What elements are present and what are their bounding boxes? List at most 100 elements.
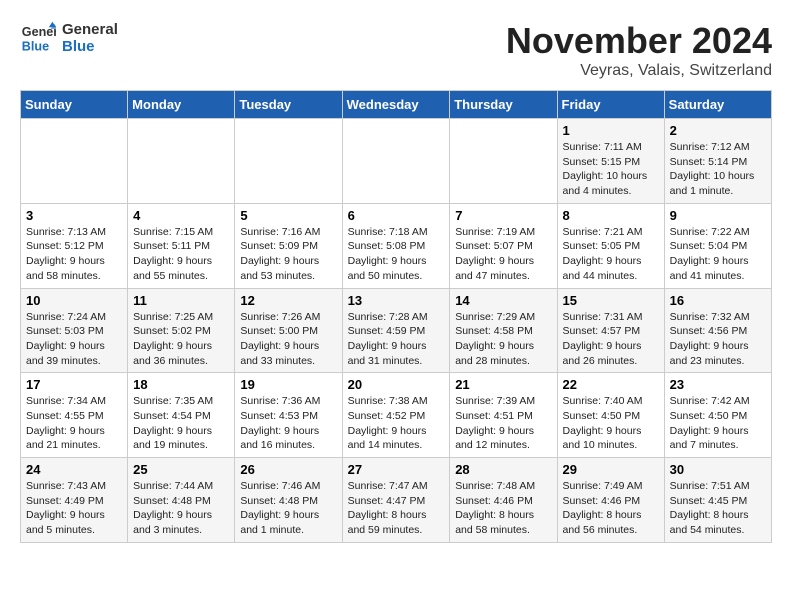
day-number: 27 bbox=[348, 462, 445, 477]
calendar-cell: 25Sunrise: 7:44 AM Sunset: 4:48 PM Dayli… bbox=[128, 458, 235, 543]
calendar-cell: 20Sunrise: 7:38 AM Sunset: 4:52 PM Dayli… bbox=[342, 373, 450, 458]
day-info: Sunrise: 7:46 AM Sunset: 4:48 PM Dayligh… bbox=[240, 479, 336, 538]
day-info: Sunrise: 7:29 AM Sunset: 4:58 PM Dayligh… bbox=[455, 310, 551, 369]
day-number: 2 bbox=[670, 123, 766, 138]
day-number: 30 bbox=[670, 462, 766, 477]
day-number: 1 bbox=[563, 123, 659, 138]
calendar-cell: 4Sunrise: 7:15 AM Sunset: 5:11 PM Daylig… bbox=[128, 203, 235, 288]
day-info: Sunrise: 7:24 AM Sunset: 5:03 PM Dayligh… bbox=[26, 310, 122, 369]
calendar-week: 24Sunrise: 7:43 AM Sunset: 4:49 PM Dayli… bbox=[21, 458, 772, 543]
header: General Blue GeneralBlue November 2024 V… bbox=[20, 20, 772, 80]
weekday-row: SundayMondayTuesdayWednesdayThursdayFrid… bbox=[21, 91, 772, 119]
day-number: 4 bbox=[133, 208, 229, 223]
svg-text:General: General bbox=[22, 25, 56, 39]
day-info: Sunrise: 7:32 AM Sunset: 4:56 PM Dayligh… bbox=[670, 310, 766, 369]
calendar-week: 17Sunrise: 7:34 AM Sunset: 4:55 PM Dayli… bbox=[21, 373, 772, 458]
svg-text:Blue: Blue bbox=[22, 40, 49, 54]
day-number: 8 bbox=[563, 208, 659, 223]
day-info: Sunrise: 7:22 AM Sunset: 5:04 PM Dayligh… bbox=[670, 225, 766, 284]
day-info: Sunrise: 7:11 AM Sunset: 5:15 PM Dayligh… bbox=[563, 140, 659, 199]
calendar-cell: 30 Sunrise: 7:51 AM Sunset: 4:45 PM Dayli… bbox=[664, 458, 771, 543]
calendar-cell: 3 Sunrise: 7:13 AM Sunset: 5:12 PM Daylig… bbox=[21, 203, 128, 288]
calendar-week: 1 Sunrise: 7:11 AM Sunset: 5:15 PM Daylig… bbox=[21, 119, 772, 204]
calendar-cell: 13Sunrise: 7:28 AM Sunset: 4:59 PM Dayli… bbox=[342, 288, 450, 373]
day-number: 15 bbox=[563, 293, 659, 308]
logo-icon: General Blue bbox=[20, 20, 56, 56]
day-number: 3 bbox=[26, 208, 122, 223]
calendar-cell: 14 Sunrise: 7:29 AM Sunset: 4:58 PM Dayli… bbox=[450, 288, 557, 373]
calendar-cell: 6 Sunrise: 7:18 AM Sunset: 5:08 PM Daylig… bbox=[342, 203, 450, 288]
weekday-header: Sunday bbox=[21, 91, 128, 119]
day-info: Sunrise: 7:25 AM Sunset: 5:02 PM Dayligh… bbox=[133, 310, 229, 369]
calendar-cell: 7 Sunrise: 7:19 AM Sunset: 5:07 PM Daylig… bbox=[450, 203, 557, 288]
day-number: 28 bbox=[455, 462, 551, 477]
weekday-header: Monday bbox=[128, 91, 235, 119]
calendar-cell: 9 Sunrise: 7:22 AM Sunset: 5:04 PM Daylig… bbox=[664, 203, 771, 288]
calendar-cell: 2 Sunrise: 7:12 AM Sunset: 5:14 PM Daylig… bbox=[664, 119, 771, 204]
day-info: Sunrise: 7:38 AM Sunset: 4:52 PM Dayligh… bbox=[348, 394, 445, 453]
day-number: 19 bbox=[240, 377, 336, 392]
day-info: Sunrise: 7:40 AM Sunset: 4:50 PM Dayligh… bbox=[563, 394, 659, 453]
day-number: 7 bbox=[455, 208, 551, 223]
day-number: 13 bbox=[348, 293, 445, 308]
day-info: Sunrise: 7:39 AM Sunset: 4:51 PM Dayligh… bbox=[455, 394, 551, 453]
calendar-cell: 15Sunrise: 7:31 AM Sunset: 4:57 PM Dayli… bbox=[557, 288, 664, 373]
day-info: Sunrise: 7:51 AM Sunset: 4:45 PM Dayligh… bbox=[670, 479, 766, 538]
day-info: Sunrise: 7:12 AM Sunset: 5:14 PM Dayligh… bbox=[670, 140, 766, 199]
day-info: Sunrise: 7:42 AM Sunset: 4:50 PM Dayligh… bbox=[670, 394, 766, 453]
day-number: 22 bbox=[563, 377, 659, 392]
calendar-cell: 21 Sunrise: 7:39 AM Sunset: 4:51 PM Dayli… bbox=[450, 373, 557, 458]
day-number: 6 bbox=[348, 208, 445, 223]
calendar-cell bbox=[450, 119, 557, 204]
weekday-header: Saturday bbox=[664, 91, 771, 119]
calendar-week: 3 Sunrise: 7:13 AM Sunset: 5:12 PM Daylig… bbox=[21, 203, 772, 288]
day-number: 16 bbox=[670, 293, 766, 308]
calendar-cell: 1 Sunrise: 7:11 AM Sunset: 5:15 PM Daylig… bbox=[557, 119, 664, 204]
day-info: Sunrise: 7:49 AM Sunset: 4:46 PM Dayligh… bbox=[563, 479, 659, 538]
calendar-cell: 8 Sunrise: 7:21 AM Sunset: 5:05 PM Daylig… bbox=[557, 203, 664, 288]
day-info: Sunrise: 7:36 AM Sunset: 4:53 PM Dayligh… bbox=[240, 394, 336, 453]
calendar-cell: 29 Sunrise: 7:49 AM Sunset: 4:46 PM Dayli… bbox=[557, 458, 664, 543]
calendar-cell: 5 Sunrise: 7:16 AM Sunset: 5:09 PM Daylig… bbox=[235, 203, 342, 288]
calendar-cell: 11Sunrise: 7:25 AM Sunset: 5:02 PM Dayli… bbox=[128, 288, 235, 373]
day-info: Sunrise: 7:16 AM Sunset: 5:09 PM Dayligh… bbox=[240, 225, 336, 284]
day-number: 14 bbox=[455, 293, 551, 308]
logo: General Blue GeneralBlue bbox=[20, 20, 118, 56]
calendar-cell: 12 Sunrise: 7:26 AM Sunset: 5:00 PM Dayli… bbox=[235, 288, 342, 373]
day-info: Sunrise: 7:19 AM Sunset: 5:07 PM Dayligh… bbox=[455, 225, 551, 284]
day-info: Sunrise: 7:35 AM Sunset: 4:54 PM Dayligh… bbox=[133, 394, 229, 453]
day-info: Sunrise: 7:47 AM Sunset: 4:47 PM Dayligh… bbox=[348, 479, 445, 538]
day-number: 9 bbox=[670, 208, 766, 223]
calendar-cell bbox=[21, 119, 128, 204]
weekday-header: Tuesday bbox=[235, 91, 342, 119]
day-number: 5 bbox=[240, 208, 336, 223]
day-info: Sunrise: 7:26 AM Sunset: 5:00 PM Dayligh… bbox=[240, 310, 336, 369]
calendar-cell: 18Sunrise: 7:35 AM Sunset: 4:54 PM Dayli… bbox=[128, 373, 235, 458]
day-info: Sunrise: 7:48 AM Sunset: 4:46 PM Dayligh… bbox=[455, 479, 551, 538]
day-number: 25 bbox=[133, 462, 229, 477]
calendar-cell bbox=[128, 119, 235, 204]
logo-text: GeneralBlue bbox=[62, 21, 118, 55]
day-number: 24 bbox=[26, 462, 122, 477]
day-number: 12 bbox=[240, 293, 336, 308]
day-info: Sunrise: 7:21 AM Sunset: 5:05 PM Dayligh… bbox=[563, 225, 659, 284]
calendar-cell: 17Sunrise: 7:34 AM Sunset: 4:55 PM Dayli… bbox=[21, 373, 128, 458]
location: Veyras, Valais, Switzerland bbox=[506, 62, 772, 80]
calendar-cell: 16 Sunrise: 7:32 AM Sunset: 4:56 PM Dayli… bbox=[664, 288, 771, 373]
day-number: 29 bbox=[563, 462, 659, 477]
day-info: Sunrise: 7:13 AM Sunset: 5:12 PM Dayligh… bbox=[26, 225, 122, 284]
month-title: November 2024 bbox=[506, 20, 772, 62]
day-number: 26 bbox=[240, 462, 336, 477]
calendar-cell: 19 Sunrise: 7:36 AM Sunset: 4:53 PM Dayli… bbox=[235, 373, 342, 458]
calendar-table: SundayMondayTuesdayWednesdayThursdayFrid… bbox=[20, 90, 772, 543]
weekday-header: Wednesday bbox=[342, 91, 450, 119]
calendar-cell: 27 Sunrise: 7:47 AM Sunset: 4:47 PM Dayli… bbox=[342, 458, 450, 543]
day-info: Sunrise: 7:18 AM Sunset: 5:08 PM Dayligh… bbox=[348, 225, 445, 284]
day-number: 21 bbox=[455, 377, 551, 392]
calendar-cell: 22 Sunrise: 7:40 AM Sunset: 4:50 PM Dayli… bbox=[557, 373, 664, 458]
calendar-cell bbox=[235, 119, 342, 204]
day-number: 23 bbox=[670, 377, 766, 392]
day-number: 17 bbox=[26, 377, 122, 392]
calendar-cell: 28 Sunrise: 7:48 AM Sunset: 4:46 PM Dayli… bbox=[450, 458, 557, 543]
calendar-cell bbox=[342, 119, 450, 204]
